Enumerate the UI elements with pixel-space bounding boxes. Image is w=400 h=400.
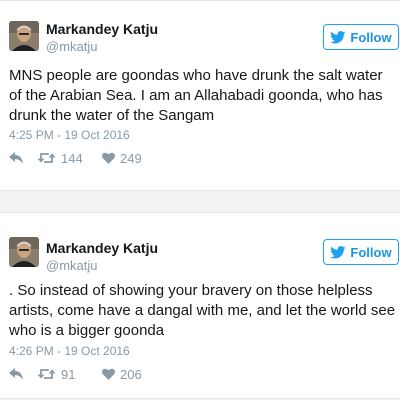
tweet-card: Markandey Katju @mkatju Follow MNS peopl… xyxy=(0,0,400,191)
follow-button[interactable]: Follow xyxy=(323,24,399,50)
like-count: 206 xyxy=(120,366,142,382)
heart-icon xyxy=(102,152,115,164)
tweet-actions: 144 249 xyxy=(9,150,142,166)
like-button[interactable]: 249 xyxy=(102,151,142,166)
tweet-timestamp[interactable]: 4:26 PM - 19 Oct 2016 xyxy=(9,344,130,358)
tweet-card: Markandey Katju @mkatju Follow . So inst… xyxy=(0,212,400,399)
author-name[interactable]: Markandey Katju xyxy=(46,240,158,256)
retweet-icon xyxy=(37,369,56,379)
heart-icon xyxy=(102,368,115,380)
reply-icon xyxy=(9,368,23,380)
author-handle[interactable]: @mkatju xyxy=(46,258,98,273)
tweet-timestamp[interactable]: 4:25 PM - 19 Oct 2016 xyxy=(9,128,130,142)
retweet-count: 144 xyxy=(61,150,83,166)
reply-button[interactable] xyxy=(9,368,37,380)
author-handle[interactable]: @mkatju xyxy=(46,39,98,54)
follow-label: Follow xyxy=(350,29,392,45)
reply-icon xyxy=(9,152,23,164)
twitter-bird-icon xyxy=(330,30,346,43)
tweet-text: . So instead of showing your bravery on … xyxy=(9,282,396,339)
reply-button[interactable] xyxy=(9,152,37,164)
tweet-text: MNS people are goondas who have drunk th… xyxy=(9,67,383,124)
twitter-bird-icon xyxy=(330,245,346,258)
retweet-button[interactable]: 91 xyxy=(37,367,102,382)
avatar[interactable] xyxy=(9,237,39,267)
follow-label: Follow xyxy=(350,244,392,260)
retweet-icon xyxy=(37,153,56,163)
like-count: 249 xyxy=(120,150,142,166)
tweet-actions: 91 206 xyxy=(9,366,142,382)
retweet-button[interactable]: 144 xyxy=(37,151,102,166)
retweet-count: 91 xyxy=(61,366,76,382)
avatar[interactable] xyxy=(9,21,39,51)
follow-button[interactable]: Follow xyxy=(323,239,399,265)
author-name[interactable]: Markandey Katju xyxy=(46,21,158,37)
like-button[interactable]: 206 xyxy=(102,367,142,382)
